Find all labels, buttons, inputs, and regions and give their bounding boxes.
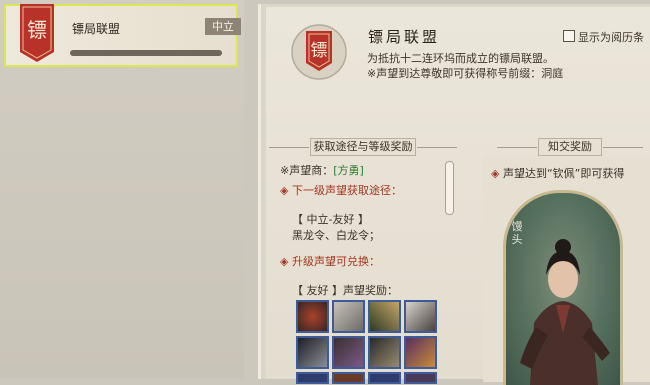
checkbox-label: 显示为阅历条 (578, 31, 644, 44)
next-level-heading: ◈ 下一级声望获取途径： (280, 183, 402, 198)
character-figure-icon (520, 239, 610, 385)
faction-detail-panel: 镖 镖局联盟 为抵抗十二连环坞而成立的镖局联盟。 ※声望到达尊敬即可获得称号前缀… (258, 4, 650, 385)
emblem-char: 镖 (27, 18, 47, 42)
reward-item-icon[interactable] (332, 372, 365, 384)
reward-item-icon[interactable] (404, 336, 437, 369)
reward-item-icon[interactable] (296, 300, 329, 333)
description-line: 为抵抗十二连环坞而成立的镖局联盟。 (367, 52, 554, 65)
upgrade-label: 升级声望可兑换： (291, 255, 380, 268)
reward-item-icon[interactable] (368, 372, 401, 384)
reward-item-icon[interactable] (296, 372, 329, 384)
scrollbar-thumb[interactable] (445, 161, 454, 215)
reward-level-label: 【 友好 】声望奖励： (292, 284, 398, 297)
companion-name: 馒头 (511, 220, 523, 246)
reward-item-icon[interactable] (332, 336, 365, 369)
friend-reward-condition: ◈ 声望达到“钦佩”即可获得 (491, 165, 624, 181)
merchant-link[interactable]: [方勇] (333, 164, 364, 177)
checkbox-box[interactable] (563, 30, 575, 42)
emblem-char: 镖 (311, 41, 328, 61)
sources-content: ※声望商：[方勇] ◈ 下一级声望获取途径： 【 中立-友好 】 黑龙令、白龙令… (280, 157, 448, 384)
merchant-line: ※声望商：[方勇] (280, 163, 364, 178)
level-items: 黑龙令、白龙令； (292, 229, 380, 242)
show-journey-checkbox[interactable]: 显示为阅历条 (563, 29, 644, 45)
diamond-bullet-icon: ◈ (280, 255, 292, 268)
merchant-prefix: ※声望商： (280, 164, 334, 177)
reward-item-icon[interactable] (368, 336, 401, 369)
title-prefix-note: ※声望到达尊敬即可获得称号前缀：洞庭 (367, 67, 564, 80)
reward-item-icon[interactable] (404, 300, 437, 333)
faction-description: 为抵抗十二连环坞而成立的镖局联盟。 ※声望到达尊敬即可获得称号前缀：洞庭 (367, 51, 563, 81)
section-header-sources: 获取途径与等级奖励 (269, 138, 457, 156)
next-level-label: 下一级声望获取途径： (291, 184, 402, 197)
reward-item-icon[interactable] (332, 300, 365, 333)
faction-emblem-icon: 镖 (291, 24, 347, 80)
reward-item-icon[interactable] (296, 336, 329, 369)
faction-name: 镖局联盟 (72, 22, 121, 36)
faction-title: 镖局联盟 (368, 28, 441, 46)
reward-item-icon[interactable] (368, 300, 401, 333)
reputation-progress-bar (70, 50, 222, 56)
upgrade-heading: ◈ 升级声望可兑换： (280, 254, 380, 269)
diamond-bullet-icon: ◈ (491, 167, 503, 180)
reward-item-icon[interactable] (404, 372, 437, 384)
diamond-bullet-icon: ◈ (280, 184, 292, 197)
banner-emblem-icon: 镖 (20, 4, 54, 62)
faction-card-biaoju[interactable]: 镖 镖局联盟 中立 (4, 4, 241, 67)
section-header-friend-reward: 知交奖励 (497, 138, 643, 156)
level-range: 【 中立-友好 】 (292, 213, 369, 226)
status-badge: 中立 (205, 18, 241, 35)
faction-list: 镖 镖局联盟 中立 (0, 0, 244, 379)
reward-condition-text: 声望达到“钦佩”即可获得 (502, 167, 625, 180)
